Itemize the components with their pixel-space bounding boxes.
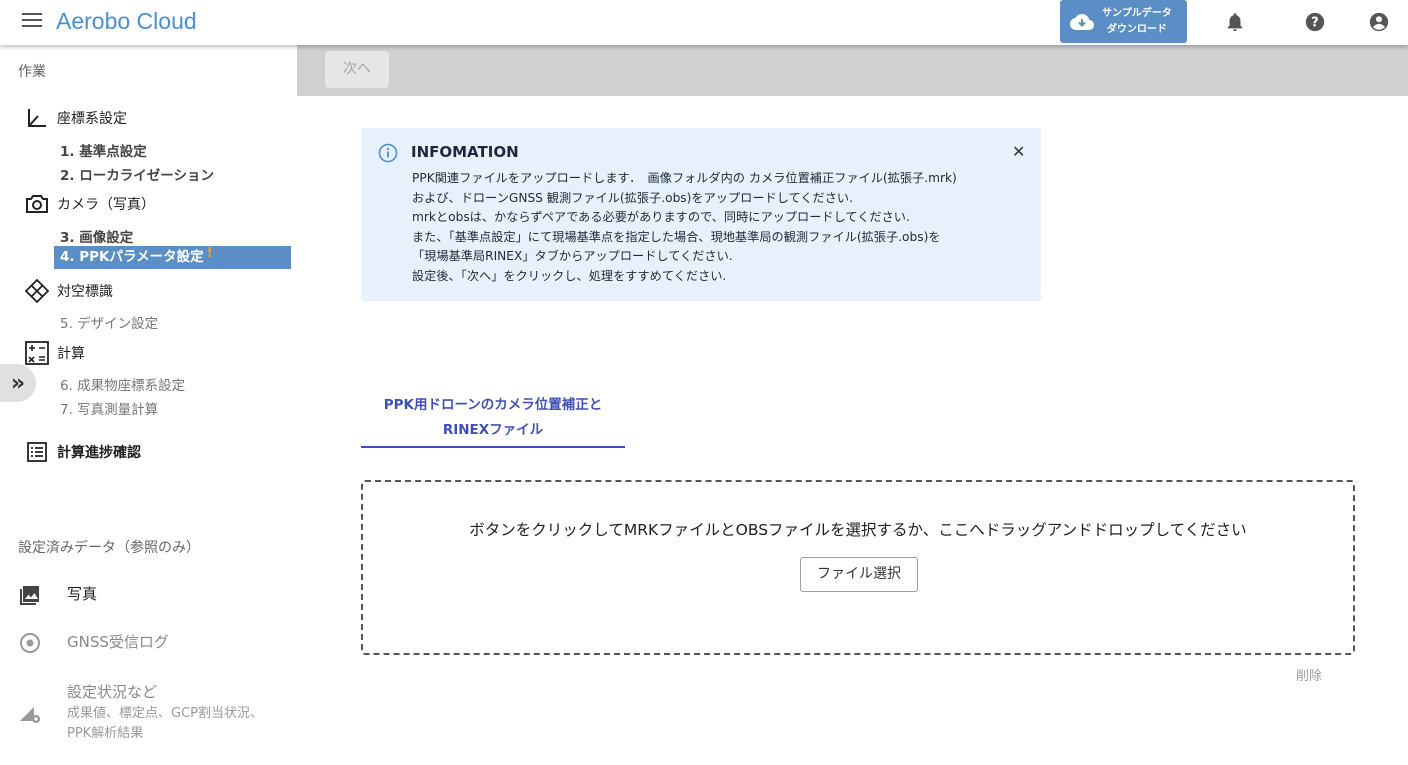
- app-header: Aerobo Cloud サンプルデータ ダウンロード ?: [0, 0, 1408, 45]
- sidebar-group-label: 座標系設定: [57, 111, 127, 127]
- info-line: mrkとobsは、かならずペアである必要がありますので、同時にアップロードしてく…: [412, 210, 910, 224]
- sidebar-group-camera[interactable]: カメラ（写真）: [24, 193, 155, 215]
- sample-download-button[interactable]: サンプルデータ ダウンロード: [1060, 0, 1187, 43]
- menu-icon[interactable]: [22, 13, 42, 31]
- data-item-photo[interactable]: 写真: [18, 583, 97, 607]
- info-line: 設定後、「次へ」をクリックし、処理をすすめてください.: [412, 268, 727, 283]
- sidebar-group-calc[interactable]: 計算: [24, 341, 85, 365]
- data-item-desc-2: PPK解析結果: [67, 726, 144, 741]
- sidebar-group-label: 計算進捗確認: [57, 445, 141, 461]
- sidebar-step-4-label: 4. PPKパラメータ設定: [60, 249, 204, 265]
- data-item-desc-1: 成果値、標定点、GCP割当状況、: [67, 706, 263, 721]
- data-item-label: 写真: [67, 585, 98, 603]
- sidebar-step-7[interactable]: 7. 写真測量計算: [60, 398, 158, 418]
- app-title: Aerobo Cloud: [56, 8, 197, 34]
- sidebar-step-4-active[interactable]: 4. PPKパラメータ設定!: [54, 245, 291, 269]
- sidebar: 作業 座標系設定 1. 基準点設定 2. ローカライゼーション カメラ（写真） …: [0, 45, 297, 765]
- info-line: および、ドローンGNSS 観測ファイル(拡張子.obs)をアップロードしてくださ…: [412, 190, 853, 205]
- bell-icon[interactable]: [1224, 11, 1246, 33]
- tab-label-2: RINEXファイル: [442, 422, 544, 438]
- data-item-settings[interactable]: 設定状況など 成果値、標定点、GCP割当状況、 PPK解析結果: [18, 681, 263, 744]
- sidebar-group-marker[interactable]: 対空標識: [24, 279, 113, 303]
- action-toolbar: 次へ: [297, 45, 1408, 96]
- sidebar-group-coordinate[interactable]: 座標系設定: [24, 107, 127, 129]
- marker-icon: [24, 279, 50, 303]
- dropzone-instruction: ボタンをクリックしてMRKファイルとOBSファイルを選択するか、ここへドラッグア…: [469, 521, 1247, 539]
- settings-chart-icon: [20, 707, 40, 723]
- tab-label-1: PPK用ドローンのカメラ位置補正と: [383, 397, 603, 413]
- cloud-download-icon: [1070, 13, 1094, 30]
- sidebar-step-6[interactable]: 6. 成果物座標系設定: [60, 374, 185, 394]
- help-icon[interactable]: ?: [1304, 11, 1326, 33]
- info-text: PPK関連ファイルをアップロードします． 画像フォルダ内の カメラ位置補正ファイ…: [412, 169, 957, 286]
- info-panel: INFOMATION ✕ PPK関連ファイルをアップロードします． 画像フォルダ…: [361, 128, 1041, 301]
- sample-download-label-1: サンプルデータ: [1102, 7, 1172, 19]
- photo-icon: [20, 586, 39, 605]
- camera-icon: [24, 193, 50, 215]
- sidebar-group-label: 計算: [57, 346, 85, 362]
- delete-button[interactable]: 削除: [1296, 665, 1322, 684]
- sidebar-step-2[interactable]: 2. ローカライゼーション: [60, 164, 214, 184]
- sidebar-group-progress[interactable]: 計算進捗確認: [24, 441, 141, 463]
- list-icon: [24, 441, 50, 463]
- info-title: INFOMATION: [411, 143, 519, 161]
- info-line: また、「基準点設定」にて現場基準点を指定した場合、現地基準局の観測ファイル(拡張…: [412, 229, 941, 244]
- warning-icon: !: [206, 245, 213, 261]
- sidebar-step-5[interactable]: 5. デザイン設定: [60, 312, 158, 332]
- data-item-label: 設定状況など: [67, 683, 158, 701]
- svg-text:?: ?: [1311, 16, 1318, 31]
- tab-ppk-rinex[interactable]: PPK用ドローンのカメラ位置補正と RINEXファイル: [361, 393, 625, 448]
- sidebar-group-label: 対空標識: [57, 284, 113, 300]
- account-icon[interactable]: [1368, 11, 1390, 33]
- work-section-label: 作業: [18, 64, 46, 80]
- data-item-gnss[interactable]: GNSS受信ログ: [18, 631, 169, 655]
- sidebar-group-label: カメラ（写真）: [57, 197, 155, 213]
- axis-icon: [24, 107, 50, 129]
- data-item-label: GNSS受信ログ: [67, 633, 169, 651]
- file-dropzone[interactable]: ボタンをクリックしてMRKファイルとOBSファイルを選択するか、ここへドラッグア…: [361, 480, 1355, 655]
- collapse-sidebar-button[interactable]: »: [0, 364, 36, 402]
- next-button[interactable]: 次へ: [325, 51, 389, 88]
- ref-section-label: 設定済みデータ（参照のみ）: [18, 540, 200, 556]
- sidebar-step-3[interactable]: 3. 画像設定: [60, 226, 133, 246]
- info-icon: [378, 143, 398, 163]
- close-icon[interactable]: ✕: [1012, 142, 1025, 161]
- sample-download-label-2: ダウンロード: [1106, 23, 1167, 35]
- info-line: 「現場基準局RINEX」タブからアップロードしてください.: [412, 249, 733, 263]
- info-line: PPK関連ファイルをアップロードします． 画像フォルダ内の カメラ位置補正ファイ…: [412, 171, 957, 185]
- gnss-icon: [20, 633, 40, 653]
- sidebar-step-1[interactable]: 1. 基準点設定: [60, 140, 147, 160]
- file-select-button[interactable]: ファイル選択: [800, 557, 918, 592]
- calculator-icon: [24, 341, 50, 365]
